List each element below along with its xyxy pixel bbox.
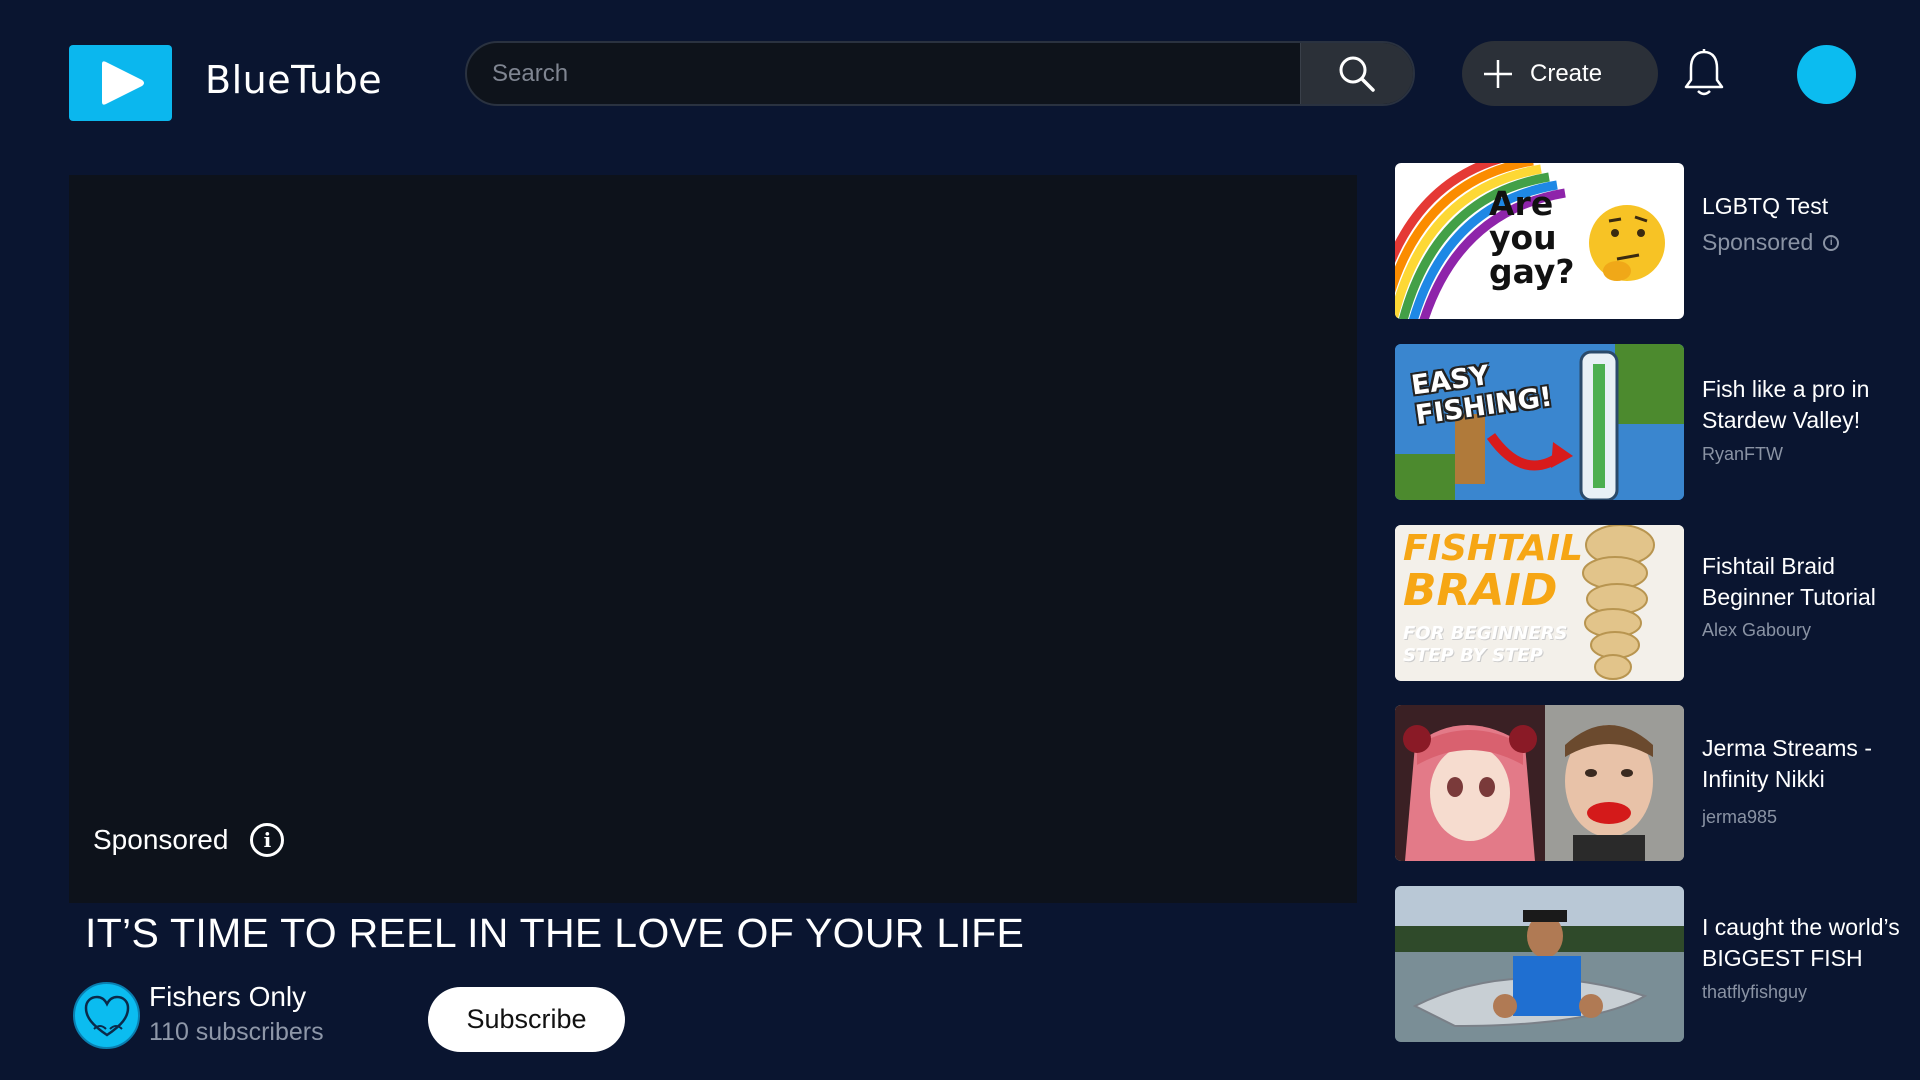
search-button[interactable]	[1300, 43, 1413, 104]
sponsored-label: Sponsored	[93, 824, 229, 855]
channel-name[interactable]: Fishers Only	[149, 981, 306, 1013]
recommended-video-channel[interactable]: thatflyfishguy	[1702, 982, 1807, 1003]
channel-avatar[interactable]	[73, 982, 140, 1049]
recommended-video-sponsored: Sponsored i	[1702, 229, 1840, 256]
recommended-video[interactable]: Jerma Streams - Infinity Nikki jerma985	[1395, 705, 1895, 861]
video-title: IT’S TIME TO REEL IN THE LOVE OF YOUR LI…	[85, 910, 1025, 956]
subscribe-button[interactable]: Subscribe	[428, 987, 625, 1052]
recommended-video-title[interactable]: Fishtail Braid Beginner Tutorial	[1702, 551, 1912, 613]
video-thumbnail[interactable]	[1395, 705, 1684, 861]
play-logo-icon	[101, 61, 144, 105]
notifications-button[interactable]	[1683, 47, 1725, 99]
recommended-video-channel[interactable]: jerma985	[1702, 807, 1777, 828]
brand-name[interactable]: BlueTube	[205, 58, 382, 102]
search-icon	[1339, 56, 1375, 92]
search-bar	[465, 41, 1415, 106]
search-input[interactable]	[467, 43, 1300, 104]
info-icon[interactable]: i	[250, 823, 285, 857]
page: BlueTube Create Sponsored i IT’S T	[0, 0, 1920, 1080]
recommended-video-channel[interactable]: Alex Gaboury	[1702, 620, 1811, 641]
recommended-video[interactable]: EASY FISHING! Fish like a pro in Stardew…	[1395, 344, 1895, 500]
recommended-video[interactable]: I caught the world’s BIGGEST FISH thatfl…	[1395, 886, 1900, 1042]
thumbnail-text: Are you gay?	[1489, 184, 1575, 291]
video-player[interactable]: Sponsored i	[69, 175, 1357, 903]
video-thumbnail[interactable]: Are you gay?	[1395, 163, 1684, 319]
recommended-video-title[interactable]: I caught the world’s BIGGEST FISH	[1702, 912, 1920, 974]
create-label: Create	[1530, 59, 1603, 87]
sponsored-indicator: Sponsored i	[93, 823, 285, 857]
thumbnail-text: FISHTAIL BRAID FOR BEGINNERS STEP BY STE…	[1403, 528, 1583, 666]
recommended-video-title[interactable]: Jerma Streams - Infinity Nikki	[1702, 733, 1912, 795]
recommended-video-title[interactable]: LGBTQ Test	[1702, 191, 1912, 222]
video-thumbnail[interactable]	[1395, 886, 1684, 1042]
recommended-video[interactable]: FISHTAIL BRAID FOR BEGINNERS STEP BY STE…	[1395, 525, 1895, 681]
recommended-video-title[interactable]: Fish like a pro in Stardew Valley!	[1702, 374, 1912, 436]
video-thumbnail[interactable]: EASY FISHING!	[1395, 344, 1684, 500]
recommended-video-channel[interactable]: RyanFTW	[1702, 444, 1783, 465]
bell-icon	[1684, 49, 1724, 96]
video-thumbnail[interactable]: FISHTAIL BRAID FOR BEGINNERS STEP BY STE…	[1395, 525, 1684, 681]
create-button[interactable]: Create	[1462, 41, 1658, 106]
plus-icon	[1484, 59, 1512, 88]
logo[interactable]	[69, 45, 172, 121]
heart-fish-icon	[84, 995, 129, 1037]
recommended-video[interactable]: Are you gay? LGBTQ Test Sponsored i	[1395, 163, 1895, 319]
channel-subscriber-count: 110 subscribers	[149, 1018, 324, 1046]
sponsored-label: Sponsored	[1702, 229, 1814, 255]
info-icon[interactable]: i	[1823, 234, 1840, 251]
user-avatar[interactable]	[1797, 45, 1856, 104]
